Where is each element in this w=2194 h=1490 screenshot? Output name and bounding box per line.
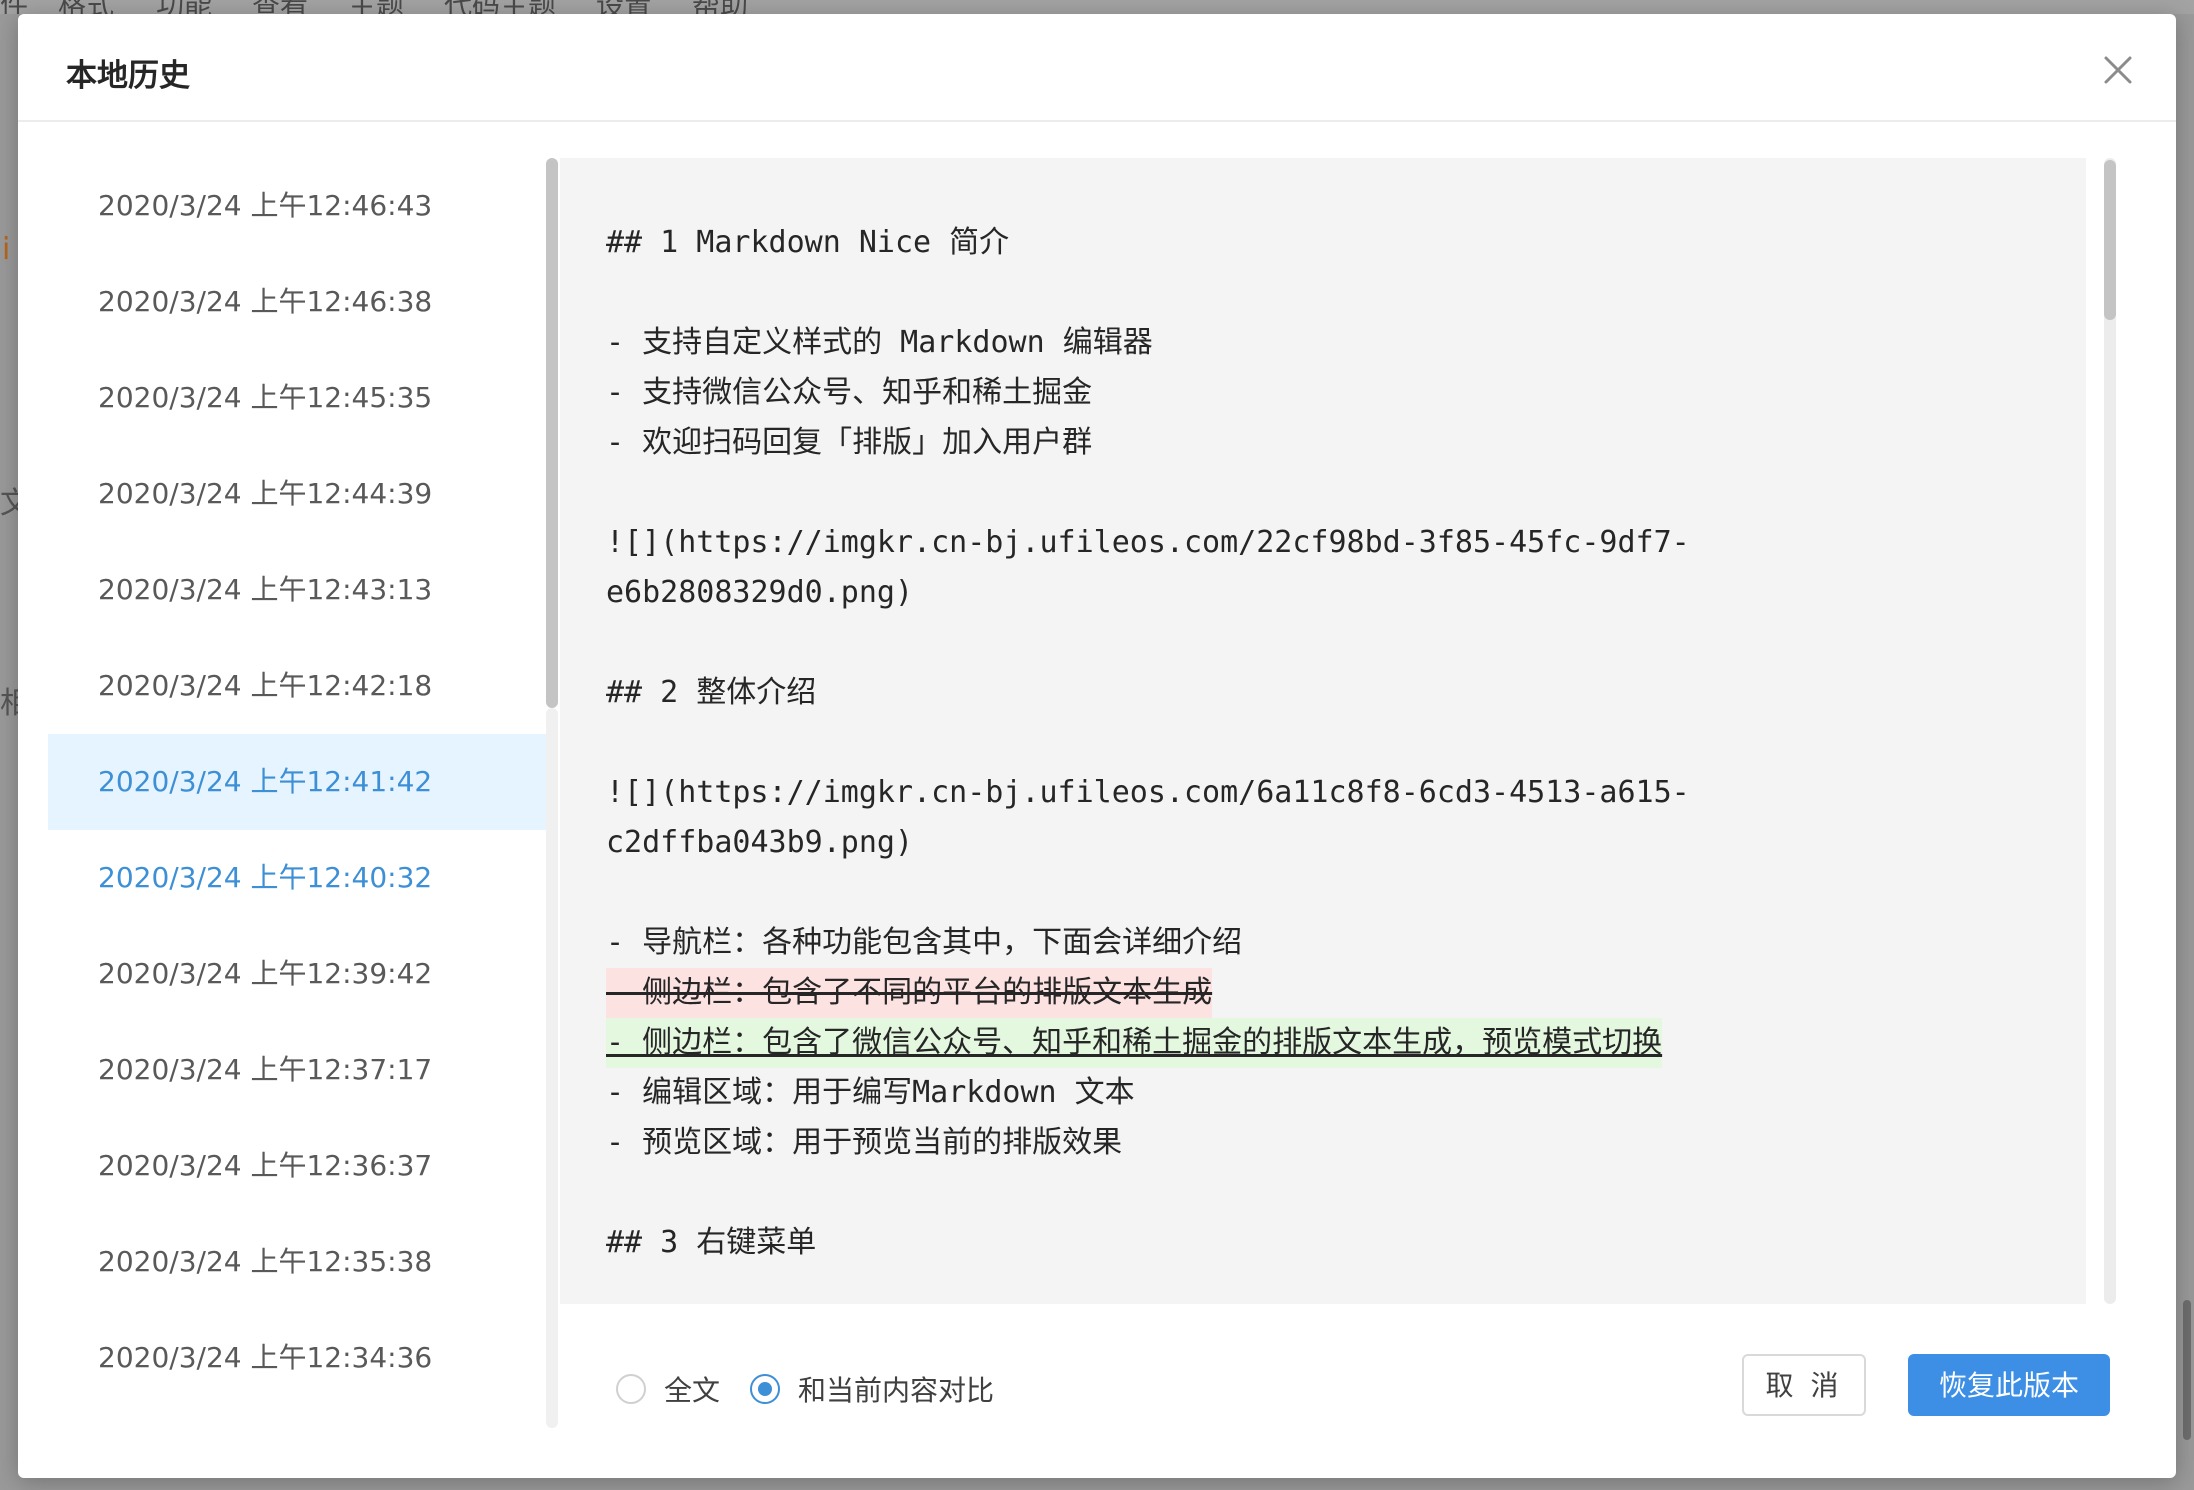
history-item[interactable]: 2020/3/24 上午12:46:43 — [48, 158, 548, 254]
close-icon[interactable] — [2098, 50, 2138, 90]
history-item[interactable]: 2020/3/24 上午12:45:35 — [48, 350, 548, 446]
content-line-text: ## 1 Markdown Nice 简介 — [606, 225, 1010, 260]
content-line-text: ![](https://imgkr.cn-bj.ufileos.com/22cf… — [606, 525, 1690, 560]
history-item[interactable]: 2020/3/24 上午12:46:38 — [48, 254, 548, 350]
content-line — [606, 618, 2046, 668]
radio-full-text[interactable]: 全文 — [616, 1364, 720, 1414]
history-list: 2020/3/24 上午12:46:43 2020/3/24 上午12:46:38… — [48, 158, 548, 1448]
history-item[interactable]: 2020/3/24 上午12:37:17 — [48, 1022, 548, 1118]
content-line: - 支持自定义样式的 Markdown 编辑器 — [606, 318, 2046, 368]
content-line-text: - 欢迎扫码回复「排版」加入用户群 — [606, 425, 1093, 460]
content-line — [606, 268, 2046, 318]
content-scrollbar[interactable] — [2104, 160, 2116, 320]
history-item[interactable]: 2020/3/24 上午12:36:37 — [48, 1118, 548, 1214]
content-line-text: - 侧边栏：包含了微信公众号、知乎和稀土掘金的排版文本生成，预览模式切换 — [606, 1018, 1663, 1068]
content-scroll-track[interactable] — [2104, 158, 2116, 1304]
background-menubar: 件 格式 功能 查看 主题 代码主题 设置 帮助 — [0, 0, 2194, 14]
modal-title: 本地历史 — [66, 58, 190, 94]
content-line: - 支持微信公众号、知乎和稀土掘金 — [606, 368, 2046, 418]
bg-editor-glyph: i — [2, 232, 11, 267]
history-item[interactable]: 2020/3/24 上午12:42:18 — [48, 638, 548, 734]
version-content: ## 1 Markdown Nice 简介 - 支持自定义样式的 Markdown… — [606, 218, 2046, 1268]
content-line-text: ![](https://imgkr.cn-bj.ufileos.com/6a11… — [606, 775, 1690, 810]
history-item[interactable]: 2020/3/24 上午12:40:32 — [48, 830, 548, 926]
content-line: ## 3 右键菜单 — [606, 1218, 2046, 1268]
content-line-text: ## 2 整体介绍 — [606, 675, 817, 710]
content-line-text: - 支持微信公众号、知乎和稀土掘金 — [606, 375, 1093, 410]
content-line: e6b2808329d0.png) — [606, 568, 2046, 618]
version-content-pane: ## 1 Markdown Nice 简介 - 支持自定义样式的 Markdown… — [560, 158, 2086, 1304]
content-line-text: e6b2808329d0.png) — [606, 575, 914, 610]
radio-label: 和当前内容对比 — [798, 1374, 995, 1407]
content-line-text: - 支持自定义样式的 Markdown 编辑器 — [606, 325, 1153, 360]
restore-version-button[interactable]: 恢复此版本 — [1908, 1354, 2110, 1416]
cancel-button[interactable]: 取 消 — [1742, 1354, 1866, 1416]
bg-menu-item: 帮助 — [692, 0, 748, 14]
bg-scrollbar — [2183, 1300, 2191, 1440]
bg-menu-item: 主题 — [348, 0, 404, 14]
bg-menu-item: 格式 — [58, 0, 114, 14]
history-item[interactable]: 2020/3/24 上午12:34:36 — [48, 1310, 548, 1406]
content-line-text: - 预览区域：用于预览当前的排版效果 — [606, 1125, 1123, 1160]
content-line: c2dffba043b9.png) — [606, 818, 2046, 868]
content-line — [606, 718, 2046, 768]
content-line — [606, 868, 2046, 918]
history-scroll-track[interactable] — [546, 708, 558, 1428]
radio-compare-current[interactable]: 和当前内容对比 — [750, 1364, 994, 1414]
radio-circle[interactable] — [616, 1374, 646, 1404]
content-line-text: - 导航栏：各种功能包含其中，下面会详细介绍 — [606, 925, 1243, 960]
bg-menu-item: 功能 — [156, 0, 212, 14]
bg-menu-item: 设置 — [596, 0, 652, 14]
content-line-text: ## 3 右键菜单 — [606, 1225, 817, 1260]
bg-menu-item: 代码主题 — [444, 0, 556, 14]
content-line-text: c2dffba043b9.png) — [606, 825, 914, 860]
history-item[interactable]: 2020/3/24 上午12:39:42 — [48, 926, 548, 1022]
history-item[interactable]: 2020/3/24 上午12:35:38 — [48, 1214, 548, 1310]
content-line-removed: - 侧边栏：包含了不同的平台的排版文本生成 — [606, 968, 2046, 1018]
content-line — [606, 1168, 2046, 1218]
content-line: ## 1 Markdown Nice 简介 — [606, 218, 2046, 268]
content-line: - 导航栏：各种功能包含其中，下面会详细介绍 — [606, 918, 2046, 968]
history-scrollbar[interactable] — [546, 158, 558, 708]
bg-menu-item: 查看 — [252, 0, 308, 14]
history-item[interactable]: 2020/3/24 上午12:43:13 — [48, 542, 548, 638]
radio-label: 全文 — [664, 1374, 721, 1407]
bg-menu-item: 件 — [0, 0, 28, 14]
modal-header: 本地历史 — [18, 14, 2176, 122]
history-item[interactable]: 2020/3/24 上午12:44:39 — [48, 446, 548, 542]
content-line-added: - 侧边栏：包含了微信公众号、知乎和稀土掘金的排版文本生成，预览模式切换 — [606, 1018, 2046, 1068]
content-line: - 预览区域：用于预览当前的排版效果 — [606, 1118, 2046, 1168]
content-line: ## 2 整体介绍 — [606, 668, 2046, 718]
content-line: ![](https://imgkr.cn-bj.ufileos.com/22cf… — [606, 518, 2046, 568]
history-item[interactable]: 2020/3/24 上午12:41:42 — [48, 734, 548, 830]
content-line — [606, 468, 2046, 518]
radio-circle[interactable] — [750, 1374, 780, 1404]
content-line: - 编辑区域：用于编写Markdown 文本 — [606, 1068, 2046, 1118]
content-line: - 欢迎扫码回复「排版」加入用户群 — [606, 418, 2046, 468]
content-line-text: - 编辑区域：用于编写Markdown 文本 — [606, 1075, 1135, 1110]
content-line-text: - 侧边栏：包含了不同的平台的排版文本生成 — [606, 968, 1213, 1018]
content-line: ![](https://imgkr.cn-bj.ufileos.com/6a11… — [606, 768, 2046, 818]
